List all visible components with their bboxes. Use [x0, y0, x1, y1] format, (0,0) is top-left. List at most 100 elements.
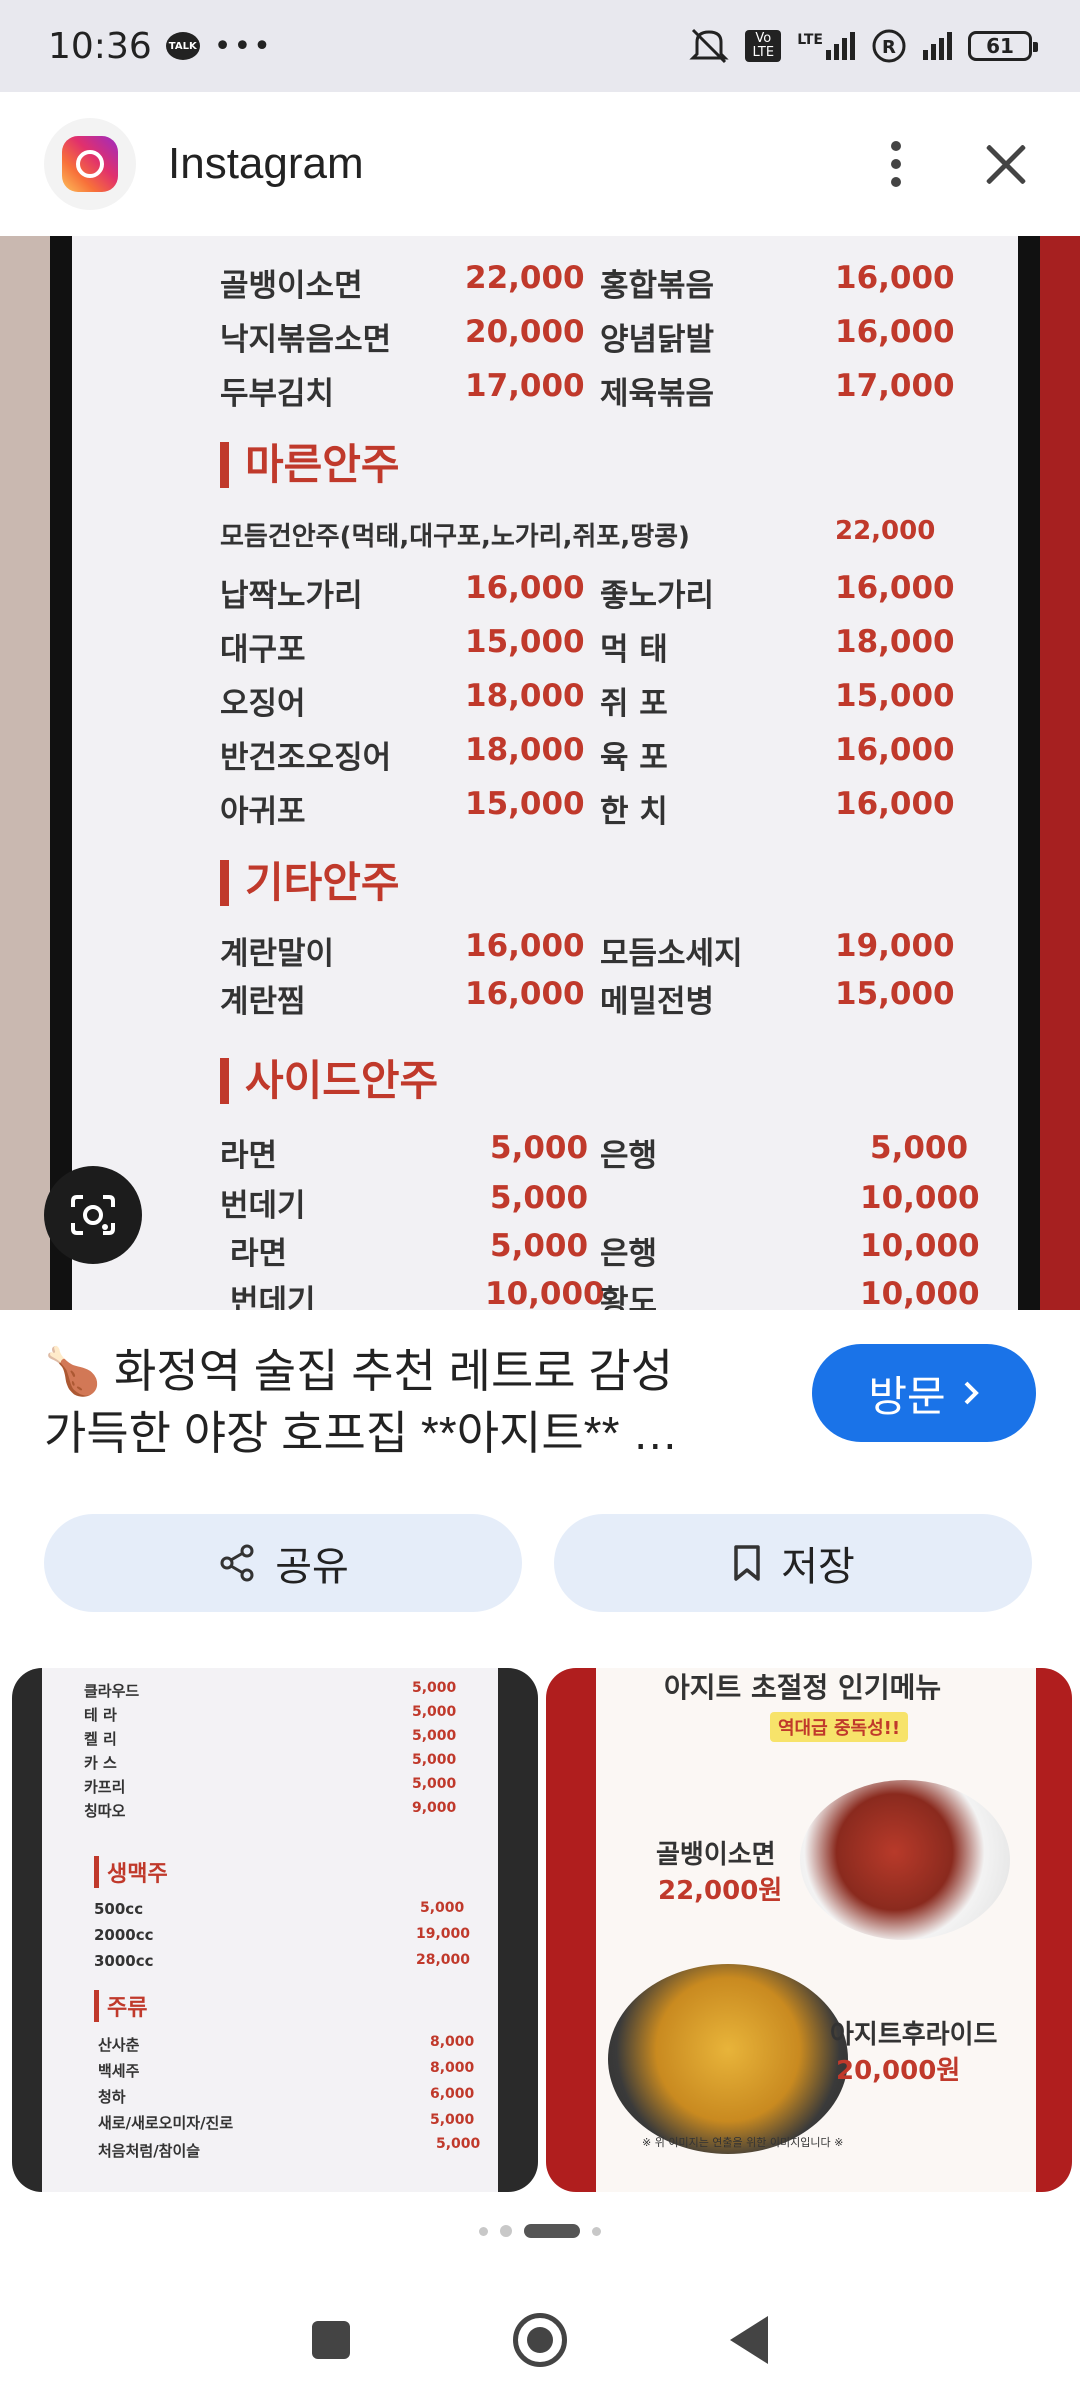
thumb2-title: 아지트 초절정 인기메뉴: [664, 1671, 942, 1704]
thumb1-section: 생맥주: [94, 1856, 168, 1888]
thumb1-item: 청하: [98, 2088, 126, 2106]
thumb1-price: 8,000: [430, 2060, 475, 2076]
save-label: 저장: [781, 1544, 855, 1590]
status-time: 10:36: [48, 25, 152, 67]
thumb1-price: 5,000: [436, 2136, 481, 2152]
dish-image-1: [800, 1780, 1010, 1940]
home-icon[interactable]: [512, 2313, 567, 2367]
thumb1-price: 5,000: [412, 1704, 457, 1720]
thumb1-item: 처음처럼/참이슬: [98, 2142, 201, 2160]
bookmark-icon: [734, 1545, 760, 1581]
thumb1-price: 5,000: [412, 1752, 457, 1768]
thumb2-item2-name: 아지트후라이드: [830, 2020, 998, 2050]
menu-row: 라면 5,000 은행 10,000: [230, 1228, 980, 1272]
thumb1-price: 9,000: [412, 1800, 457, 1816]
menu-row: 아귀포 15,000 한 치 16,000: [220, 786, 955, 830]
lens-icon: [71, 1195, 115, 1235]
mute-icon: [689, 28, 729, 64]
thumb1-item: 카프리: [84, 1778, 126, 1796]
menu-row: 두부김치 17,000 제육볶음 17,000: [220, 368, 955, 412]
save-button[interactable]: 저장: [554, 1514, 1032, 1612]
menu-row: 번데기 10,000 황도 10,000: [230, 1276, 980, 1310]
share-label: 공유: [275, 1544, 349, 1590]
thumb1-item: 새로/새로오미자/진로: [98, 2114, 234, 2132]
svg-text:R: R: [882, 37, 896, 58]
menu-row: 골뱅이소면 22,000 홍합볶음 16,000: [220, 260, 955, 304]
pager-dot-active: [524, 2224, 580, 2238]
menu-row: 대구포 15,000 먹 태 18,000: [220, 624, 955, 668]
volte-icon: Vo LTE: [745, 30, 782, 62]
thumb1-item: 백세주: [98, 2062, 140, 2080]
visit-label: 방문: [868, 1371, 946, 1421]
thumb1-item: 3000cc: [94, 1952, 154, 1970]
app-header: Instagram: [0, 92, 1080, 236]
signal-icon: [923, 32, 952, 60]
battery-icon: 61: [968, 31, 1038, 61]
menu-row: 낙지볶음소면 20,000 양념닭발 16,000: [220, 314, 955, 358]
menu-row: 반건조오징어 18,000 육 포 16,000: [220, 732, 955, 776]
related-image-1[interactable]: 클라우드 5,000 테 라 5,000 켈 리 5,000 카 스 5,000 카프리…: [12, 1668, 538, 2192]
related-image-2[interactable]: 아지트 초절정 인기메뉴 역대급 중독성!! 골뱅이소면 22,000원 아지트…: [546, 1668, 1072, 2192]
menu-row: 계란말이 16,000 모듬소세지 19,000: [220, 928, 955, 972]
status-left: 10:36 TALK •••: [48, 26, 273, 67]
lte-label: LTE: [797, 32, 823, 48]
image-pager: [0, 2224, 1080, 2238]
thumb1-price: 5,000: [412, 1680, 457, 1696]
instagram-logo-icon: [44, 118, 136, 210]
thumb2-badge: 역대급 중독성!!: [770, 1712, 909, 1742]
menu-row: 납짝노가리 16,000 좋노가리 16,000: [220, 570, 955, 614]
thumb1-item: 칭따오: [84, 1802, 126, 1820]
thumb1-item: 2000cc: [94, 1926, 154, 1944]
more-notifications-icon: •••: [213, 28, 273, 64]
thumb1-price: 5,000: [430, 2112, 475, 2128]
kakaotalk-icon: TALK: [165, 32, 200, 60]
thumb2-item1-price: 22,000원: [658, 1876, 783, 1906]
thumb2-item2-price: 20,000원: [836, 2056, 961, 2086]
share-button[interactable]: 공유: [44, 1514, 522, 1612]
menu-row: 라면 5,000 은행 5,000: [220, 1130, 969, 1174]
chevron-right-icon: [964, 1381, 979, 1405]
thumb1-price: 5,000: [412, 1776, 457, 1792]
back-icon[interactable]: [730, 2316, 769, 2364]
thumb2-item1-name: 골뱅이소면: [656, 1840, 776, 1870]
hero-image[interactable]: 골뱅이소면 22,000 홍합볶음 16,000 낙지볶음소면 20,000 양념닭발 16…: [0, 236, 1080, 1310]
thumb1-item: 카 스: [84, 1754, 117, 1772]
dish-image-2: [608, 1964, 848, 2154]
roaming-icon: R: [872, 29, 906, 63]
share-icon: [220, 1544, 254, 1582]
more-options-icon[interactable]: [866, 134, 926, 194]
pager-dot: [592, 2226, 601, 2236]
caption-line-1: 🍗 화정역 술집 추천 레트로 감성: [44, 1345, 674, 1397]
source-title: Instagram: [168, 139, 364, 188]
thumb1-price: 6,000: [430, 2086, 475, 2102]
section-side-snacks: 사이드안주: [220, 1058, 438, 1104]
section-dry-snacks: 마른안주: [220, 442, 400, 488]
thumb2-note: ※ 위 이미지는 연출을 위한 이미지입니다 ※: [642, 2136, 844, 2149]
google-lens-button[interactable]: [44, 1166, 142, 1264]
thumb1-price: 5,000: [412, 1728, 457, 1744]
thumb1-item: 클라우드: [84, 1682, 140, 1700]
menu-row: 오징어 18,000 쥐 포 15,000: [220, 678, 955, 722]
thumb1-item: 켈 리: [84, 1730, 117, 1748]
system-nav-bar: [0, 2280, 1080, 2400]
recents-icon[interactable]: [311, 2321, 350, 2359]
thumb1-item: 산사춘: [98, 2036, 140, 2054]
pager-dot: [500, 2225, 512, 2237]
close-icon[interactable]: [976, 134, 1036, 194]
visit-button[interactable]: 방문: [812, 1344, 1036, 1442]
thumb1-price: 19,000: [416, 1926, 471, 1942]
pager-dot: [479, 2226, 488, 2236]
menu-row: 번데기 5,000 10,000: [220, 1180, 980, 1224]
thumb1-item: 테 라: [84, 1706, 117, 1724]
thumb1-item: 500cc: [94, 1900, 144, 1918]
caption-line-2: 가득한 야장 호프집 **아지트** …: [44, 1407, 679, 1459]
section-other-snacks: 기타안주: [220, 860, 400, 906]
result-caption[interactable]: 🍗 화정역 술집 추천 레트로 감성 가득한 야장 호프집 **아지트** …: [44, 1340, 764, 1464]
menu-row: 계란찜 16,000 메밀전병 15,000: [220, 976, 955, 1020]
menu-row: 모듬건안주(먹태,대구포,노가리,쥐포,땅콩) 22,000: [220, 516, 936, 552]
thumb1-price: 5,000: [420, 1900, 465, 1916]
thumb1-price: 8,000: [430, 2034, 475, 2050]
thumb1-price: 28,000: [416, 1952, 471, 1968]
status-bar: 10:36 TALK ••• Vo LTE LTE R 61: [0, 0, 1080, 92]
status-right: Vo LTE LTE R 61: [689, 28, 1038, 64]
